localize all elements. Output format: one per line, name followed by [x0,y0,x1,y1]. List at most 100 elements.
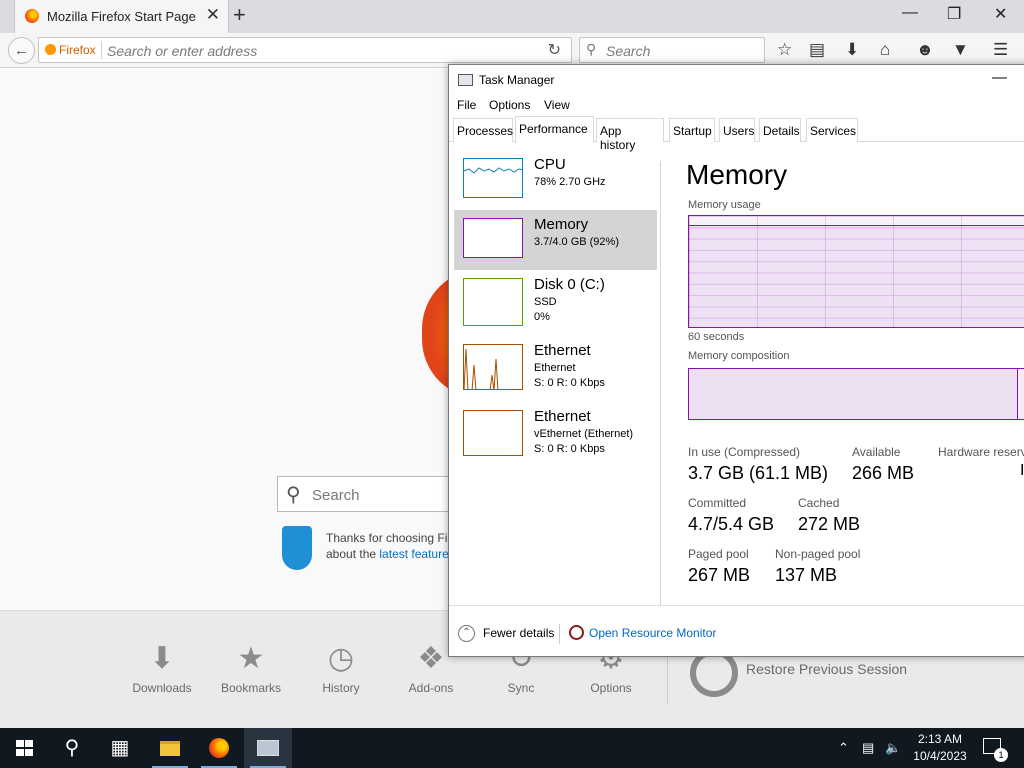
clock[interactable]: 2:13 AM 10/4/2023 [906,731,974,765]
clock-icon: ◷ [327,642,355,675]
tab-title: Mozilla Firefox Start Page [47,9,196,24]
task-view-icon: ▦ [110,737,130,759]
resource-monitor-icon [569,625,584,640]
resource-name: Memory [534,216,589,233]
launcher-bookmarks[interactable]: ★ Bookmarks [206,641,296,695]
resource-cpu[interactable]: CPU 78% 2.70 GHz [454,150,657,210]
available-value: 266 MB [852,463,915,483]
fewer-details-button[interactable]: Fewer details [483,626,554,640]
menu-view[interactable]: View [544,98,570,112]
memory-mini-graph [463,218,523,258]
task-manager-window: Task Manager — File Options View Process… [448,64,1024,657]
cached-value: 272 MB [798,514,861,534]
restore-session-button[interactable]: Restore Previous Session [746,661,907,677]
window-restore-button[interactable]: ❐ [947,4,961,24]
resource-detail: vEthernet (Ethernet) [534,428,634,440]
task-view-button[interactable]: ▦ [96,728,144,768]
address-placeholder: Search or enter address [107,43,258,59]
footer-divider [559,624,560,644]
network-icon[interactable]: ▤ [862,728,874,768]
resource-name: Ethernet [534,342,591,359]
firefox-tab-strip: Mozilla Firefox Start Page ✕ + — ❐ ✕ [0,0,1024,33]
tab-app-history[interactable]: App history [596,118,664,152]
new-tab-button[interactable]: + [233,2,246,28]
resource-memory[interactable]: Memory 3.7/4.0 GB (92%) [454,210,657,270]
tab-firefox-start-page[interactable]: Mozilla Firefox Start Page ✕ [14,0,229,33]
task-manager-titlebar[interactable]: Task Manager — [449,65,1024,95]
firefox-icon [209,738,229,758]
launcher-label: Bookmarks [220,681,282,695]
resource-name: Ethernet [534,408,591,425]
firefox-identity-icon [45,44,56,55]
window-close-button[interactable]: ✕ [994,4,1007,24]
bookmarks-menu-icon[interactable]: ▤ [809,40,825,60]
text-cursor-icon: I [1020,462,1024,479]
resource-detail: Ethernet [534,362,576,374]
identity-box[interactable]: Firefox [45,43,96,57]
tab-services[interactable]: Services [806,118,858,142]
chevron-up-icon[interactable]: ⌃ [838,728,849,768]
star-icon: ★ [237,642,265,675]
sidebar-divider [660,161,661,606]
search-button[interactable]: ⚲ [48,728,96,768]
address-bar[interactable]: Firefox Search or enter address ↻ [38,37,572,63]
home-icon[interactable]: ⌂ [880,40,890,60]
in-use-value: 3.7 GB (61.1 MB) [688,463,829,483]
back-button[interactable]: ← [8,37,35,64]
bookmark-star-icon[interactable]: ☆ [777,40,792,60]
memory-usage-fill [689,224,1024,327]
pocket-icon[interactable]: ▼ [952,40,969,60]
url-divider [101,41,102,59]
folder-icon [160,741,180,756]
snippet-link[interactable]: latest feature [379,547,448,561]
tab-startup[interactable]: Startup [669,118,715,142]
cpu-mini-graph [463,158,523,198]
volume-muted-icon[interactable]: 🔈 [885,728,901,768]
search-bar[interactable]: ⚲ Search [579,37,765,63]
ethernet-mini-graph [463,344,523,390]
hello-icon[interactable]: ☻ [916,40,934,60]
tab-close-icon[interactable]: ✕ [206,5,220,25]
task-manager-taskbar-button[interactable] [244,728,292,768]
downloads-icon[interactable]: ⬇ [845,40,859,60]
menu-options[interactable]: Options [489,98,530,112]
clock-time: 2:13 AM [917,732,963,746]
available-label: Available [852,445,901,459]
launcher-label: Downloads [132,681,192,695]
memory-in-use-segment [689,369,1019,419]
vethernet-mini-graph [463,410,523,456]
resource-disk[interactable]: Disk 0 (C:) SSD 0% [454,270,657,330]
firefox-taskbar-button[interactable] [195,728,243,768]
resource-detail-2: 0% [534,311,550,323]
launcher-label: History [322,681,360,695]
tab-performance[interactable]: Performance [515,116,594,143]
search-placeholder: Search [606,43,651,59]
minimize-button[interactable]: — [992,69,1007,86]
file-explorer-button[interactable] [146,728,194,768]
snippet-text: Thanks for choosing Fir about the latest… [326,530,451,562]
search-icon: ⚲ [286,484,301,506]
tab-processes[interactable]: Processes [453,118,513,142]
tab-users[interactable]: Users [719,118,755,142]
paged-pool-value: 267 MB [688,565,751,585]
open-resource-monitor-link[interactable]: Open Resource Monitor [589,626,716,640]
window-minimize-button[interactable]: — [902,4,918,22]
disk-mini-graph [463,278,523,326]
launcher-downloads[interactable]: ⬇ Downloads [117,641,207,695]
menu-hamburger-icon[interactable]: ☰ [993,40,1008,60]
committed-label: Committed [688,496,747,510]
performance-panel: CPU 78% 2.70 GHz Memory 3.7/4.0 GB (92%)… [449,142,1024,606]
launcher-history[interactable]: ◷ History [296,641,386,695]
firefox-toolbar: ← Firefox Search or enter address ↻ ⚲ Se… [0,33,1024,68]
chevron-up-icon[interactable]: ⌃ [458,625,475,642]
memory-composition-bar [688,368,1024,420]
resource-ethernet-2[interactable]: Ethernet vEthernet (Ethernet) S: 0 R: 0 … [454,402,657,462]
desktop: Mozilla Firefox Start Page ✕ + — ❐ ✕ ← F… [0,0,1024,768]
ethernet-sparkline [464,348,499,389]
start-button[interactable] [0,728,48,768]
resource-ethernet-1[interactable]: Ethernet Ethernet S: 0 R: 0 Kbps [454,336,657,396]
tab-details[interactable]: Details [759,118,801,142]
menu-file[interactable]: File [457,98,476,112]
home-search-placeholder: Search [312,487,360,504]
reload-icon[interactable]: ↻ [548,40,561,60]
